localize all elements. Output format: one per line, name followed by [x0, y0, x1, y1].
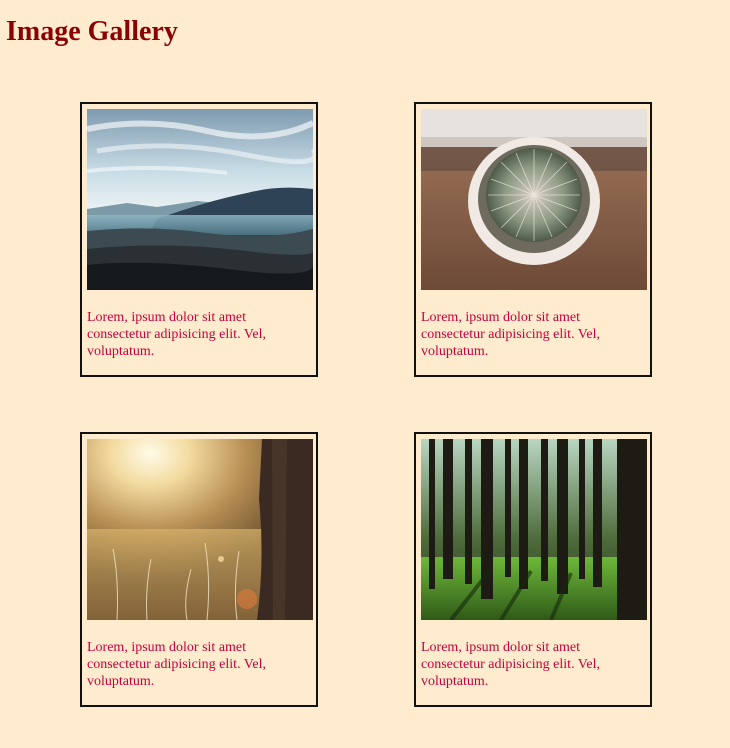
pine-forest-image	[421, 439, 647, 620]
card-caption: Lorem, ipsum dolor sit amet consectetur …	[421, 640, 600, 689]
card-caption: Lorem, ipsum dolor sit amet consectetur …	[87, 310, 266, 359]
page-title: Image Gallery	[6, 16, 178, 47]
card-caption: Lorem, ipsum dolor sit amet consectetur …	[421, 310, 600, 359]
gallery-card: Lorem, ipsum dolor sit amet consectetur …	[80, 432, 318, 707]
card-caption: Lorem, ipsum dolor sit amet consectetur …	[87, 640, 266, 689]
mountain-landscape-image	[87, 109, 313, 290]
gallery-card: Lorem, ipsum dolor sit amet consectetur …	[414, 102, 652, 377]
gallery-card: Lorem, ipsum dolor sit amet consectetur …	[414, 432, 652, 707]
potted-cactus-image	[421, 109, 647, 290]
sunlit-meadow-image	[87, 439, 313, 620]
gallery-card: Lorem, ipsum dolor sit amet consectetur …	[80, 102, 318, 377]
